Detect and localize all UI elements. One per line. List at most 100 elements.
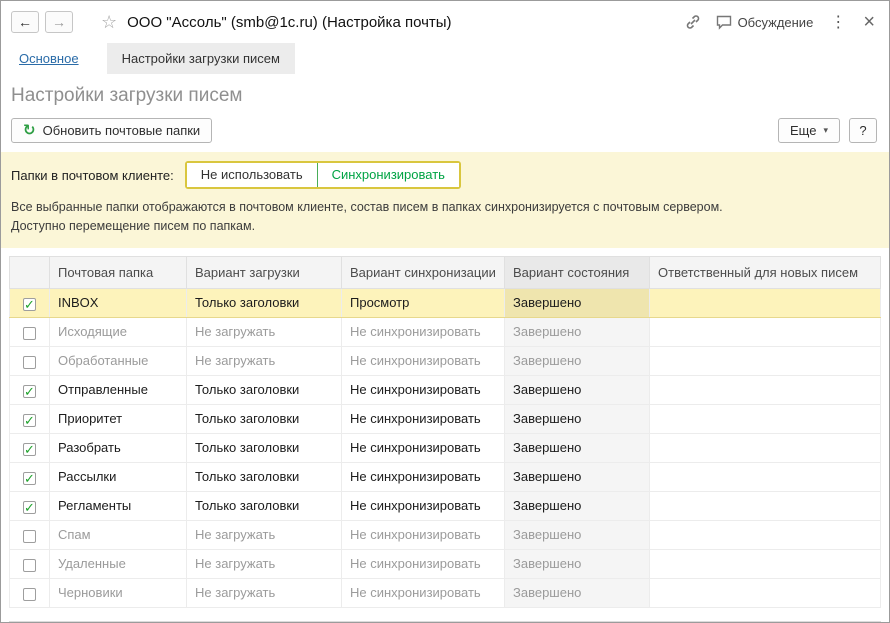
cell-responsible[interactable] [650, 491, 881, 520]
cell-folder[interactable]: Спам [50, 520, 187, 549]
checkbox-checked-icon[interactable]: ✓ [23, 414, 36, 427]
tab-mail-load-settings[interactable]: Настройки загрузки писем [107, 43, 295, 74]
header-load-variant[interactable]: Вариант загрузки [187, 256, 342, 288]
cell-sync[interactable]: Не синхронизировать [342, 404, 505, 433]
cell-load[interactable]: Не загружать [187, 549, 342, 578]
checkbox-checked-icon[interactable]: ✓ [23, 472, 36, 485]
cell-folder[interactable]: Регламенты [50, 491, 187, 520]
checkbox-unchecked-icon[interactable] [23, 530, 36, 543]
cell-load[interactable]: Только заголовки [187, 462, 342, 491]
row-checkbox-cell: ✓ [10, 404, 50, 433]
cell-load[interactable]: Только заголовки [187, 491, 342, 520]
cell-folder[interactable]: Обработанные [50, 346, 187, 375]
discussion-button[interactable]: Обсуждение [716, 15, 814, 30]
cell-folder[interactable]: Исходящие [50, 317, 187, 346]
table-row[interactable]: ЧерновикиНе загружатьНе синхронизировать… [10, 578, 881, 607]
cell-load[interactable]: Не загружать [187, 317, 342, 346]
table-row[interactable]: СпамНе загружатьНе синхронизироватьЗавер… [10, 520, 881, 549]
table-row[interactable]: ✓ РассылкиТолько заголовкиНе синхронизиро… [10, 462, 881, 491]
cell-load[interactable]: Только заголовки [187, 288, 342, 317]
tab-main[interactable]: Основное [19, 43, 79, 74]
cell-sync[interactable]: Просмотр [342, 288, 505, 317]
cell-sync[interactable]: Не синхронизировать [342, 520, 505, 549]
toggle-synchronize-button[interactable]: Синхронизировать [317, 163, 459, 187]
cell-state[interactable]: Завершено [505, 346, 650, 375]
cell-folder[interactable]: Отправленные [50, 375, 187, 404]
panel-description-line2: Доступно перемещение писем по папкам. [11, 217, 877, 236]
cell-responsible[interactable] [650, 549, 881, 578]
checkbox-unchecked-icon[interactable] [23, 559, 36, 572]
cell-responsible[interactable] [650, 288, 881, 317]
cell-folder[interactable]: Черновики [50, 578, 187, 607]
cell-folder[interactable]: Разобрать [50, 433, 187, 462]
cell-sync[interactable]: Не синхронизировать [342, 549, 505, 578]
cell-sync[interactable]: Не синхронизировать [342, 462, 505, 491]
row-checkbox-cell: ✓ [10, 433, 50, 462]
cell-sync[interactable]: Не синхронизировать [342, 346, 505, 375]
cell-state[interactable]: Завершено [505, 317, 650, 346]
table-row[interactable]: УдаленныеНе загружатьНе синхронизировать… [10, 549, 881, 578]
cell-folder[interactable]: Приоритет [50, 404, 187, 433]
cell-sync[interactable]: Не синхронизировать [342, 375, 505, 404]
back-button[interactable]: ← [11, 11, 39, 33]
cell-state[interactable]: Завершено [505, 549, 650, 578]
table-row[interactable]: ✓ ПриоритетТолько заголовкиНе синхронизир… [10, 404, 881, 433]
cell-responsible[interactable] [650, 520, 881, 549]
checkbox-checked-icon[interactable]: ✓ [23, 443, 36, 456]
cell-load[interactable]: Не загружать [187, 578, 342, 607]
table-row[interactable]: ОбработанныеНе загружатьНе синхронизиров… [10, 346, 881, 375]
table-row[interactable]: ✓ ОтправленныеТолько заголовкиНе синхрони… [10, 375, 881, 404]
cell-responsible[interactable] [650, 375, 881, 404]
cell-state[interactable]: Завершено [505, 520, 650, 549]
cell-sync[interactable]: Не синхронизировать [342, 491, 505, 520]
table-row[interactable]: ✓ INBOXТолько заголовкиПросмотрЗавершено [10, 288, 881, 317]
cell-sync[interactable]: Не синхронизировать [342, 433, 505, 462]
cell-responsible[interactable] [650, 317, 881, 346]
toggle-not-use-button[interactable]: Не использовать [187, 163, 317, 187]
cell-state[interactable]: Завершено [505, 462, 650, 491]
header-responsible[interactable]: Ответственный для новых писем [650, 256, 881, 288]
checkbox-unchecked-icon[interactable] [23, 327, 36, 340]
header-state-variant[interactable]: Вариант состояния [505, 256, 650, 288]
table-row[interactable]: ИсходящиеНе загружатьНе синхронизировать… [10, 317, 881, 346]
forward-button[interactable]: → [45, 11, 73, 33]
checkbox-unchecked-icon[interactable] [23, 588, 36, 601]
favorite-star-icon[interactable]: ☆ [101, 12, 117, 33]
cell-state[interactable]: Завершено [505, 404, 650, 433]
mail-client-folders-toggle: Не использовать Синхронизировать [185, 161, 461, 189]
cell-responsible[interactable] [650, 404, 881, 433]
header-sync-variant[interactable]: Вариант синхронизации [342, 256, 505, 288]
cell-state[interactable]: Завершено [505, 578, 650, 607]
cell-sync[interactable]: Не синхронизировать [342, 317, 505, 346]
header-mail-folder[interactable]: Почтовая папка [50, 256, 187, 288]
cell-load[interactable]: Не загружать [187, 520, 342, 549]
checkbox-checked-icon[interactable]: ✓ [23, 385, 36, 398]
refresh-folders-button[interactable]: ↻ Обновить почтовые папки [11, 118, 212, 143]
cell-state[interactable]: Завершено [505, 375, 650, 404]
cell-folder[interactable]: Рассылки [50, 462, 187, 491]
cell-load[interactable]: Не загружать [187, 346, 342, 375]
checkbox-unchecked-icon[interactable] [23, 356, 36, 369]
cell-state[interactable]: Завершено [505, 433, 650, 462]
cell-responsible[interactable] [650, 433, 881, 462]
checkbox-checked-icon[interactable]: ✓ [23, 298, 36, 311]
cell-responsible[interactable] [650, 346, 881, 375]
cell-state[interactable]: Завершено [505, 491, 650, 520]
cell-responsible[interactable] [650, 462, 881, 491]
table-row[interactable]: ✓ РегламентыТолько заголовкиНе синхронизи… [10, 491, 881, 520]
checkbox-checked-icon[interactable]: ✓ [23, 501, 36, 514]
cell-responsible[interactable] [650, 578, 881, 607]
cell-folder[interactable]: Удаленные [50, 549, 187, 578]
more-button[interactable]: Еще ▾ [778, 118, 840, 143]
cell-load[interactable]: Только заголовки [187, 404, 342, 433]
cell-state[interactable]: Завершено [505, 288, 650, 317]
cell-folder[interactable]: INBOX [50, 288, 187, 317]
kebab-menu-icon[interactable]: ⋮ [828, 12, 848, 32]
cell-sync[interactable]: Не синхронизировать [342, 578, 505, 607]
table-row[interactable]: ✓ РазобратьТолько заголовкиНе синхронизир… [10, 433, 881, 462]
cell-load[interactable]: Только заголовки [187, 433, 342, 462]
help-button[interactable]: ? [849, 118, 877, 143]
cell-load[interactable]: Только заголовки [187, 375, 342, 404]
close-icon[interactable]: × [863, 12, 875, 32]
link-icon[interactable] [685, 14, 701, 30]
